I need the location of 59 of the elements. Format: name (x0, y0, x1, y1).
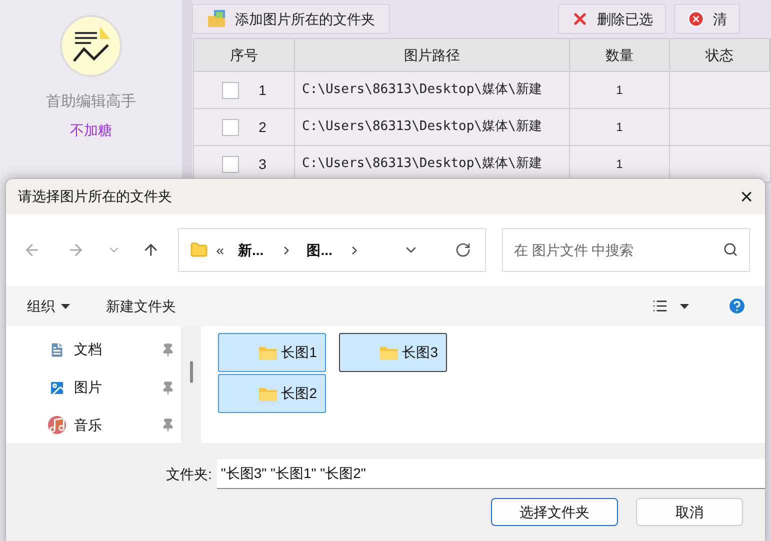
help-icon[interactable] (727, 296, 747, 316)
folder-item[interactable]: 长图3 (339, 333, 447, 372)
search-field[interactable]: 在 图片文件 中搜索 (502, 228, 750, 272)
new-folder-button[interactable]: 新建文件夹 (106, 296, 176, 316)
folder-icon (379, 344, 400, 360)
view-icon[interactable] (652, 298, 668, 314)
table-cell-text: C:\Users\86313\Desktop\媒体\新建 (302, 155, 542, 174)
pin-icon[interactable] (161, 380, 175, 394)
table-cell-text: 1 (616, 82, 623, 99)
table-cell-text: C:\Users\86313\Desktop\媒体\新建 (302, 118, 542, 136)
organize-button[interactable]: 组织 (27, 296, 70, 316)
cross-icon (571, 10, 589, 28)
row-checkbox[interactable] (222, 118, 239, 136)
toolbar-button[interactable]: 添加图片所在的文件夹 (192, 4, 390, 34)
folder-label: 文件夹: (166, 464, 212, 484)
brand-name: 首助编辑高手 (46, 92, 136, 112)
view-dropdown-icon[interactable] (680, 304, 689, 308)
table-cell-text: 1 (258, 80, 266, 100)
dialog-title: 请选择图片所在的文件夹 (18, 187, 172, 206)
search-icon (723, 242, 738, 257)
table-cell-text: 1 (616, 119, 623, 136)
toolbar-button[interactable]: 清 (674, 4, 740, 34)
table-cell-text: C:\Users\86313\Desktop\媒体\新建 (302, 81, 542, 100)
folder-icon (258, 386, 278, 402)
table-cell-text: 2 (258, 118, 266, 136)
row-checkbox[interactable] (222, 82, 239, 98)
chart-document-icon (60, 15, 122, 77)
brand-tagline: 不加糖 (70, 120, 112, 140)
folder-icon (258, 344, 278, 360)
column-header: 状态 (670, 39, 770, 71)
folder-icon (190, 241, 208, 259)
folder-picture-icon (207, 10, 227, 28)
refresh-icon[interactable] (454, 242, 471, 258)
breadcrumb-item[interactable]: 图... (306, 240, 332, 260)
music-icon (48, 416, 66, 434)
close-button[interactable]: × (740, 186, 753, 208)
row-checkbox[interactable] (222, 156, 239, 172)
dialog-button[interactable]: 选择文件夹 (491, 498, 618, 526)
column-header: 序号 (194, 39, 295, 71)
pin-icon[interactable] (161, 342, 175, 357)
nav-item[interactable]: 文档 (6, 332, 181, 368)
dialog-button[interactable]: 取消 (636, 498, 743, 526)
column-header: 数量 (570, 39, 670, 71)
folder-field[interactable]: "长图3" "长图1" "长图2" (216, 459, 765, 489)
nav-item[interactable]: 图片 (6, 370, 181, 406)
folder-item[interactable]: 长图1 (218, 333, 326, 372)
table-cell-text: 3 (258, 154, 266, 174)
column-header: 图片路径 (295, 39, 570, 71)
breadcrumb-overflow[interactable]: « (216, 240, 224, 260)
nav-item[interactable]: 音乐 (6, 407, 181, 444)
toolbar-button[interactable]: 删除已选 (558, 4, 666, 34)
pin-icon[interactable] (161, 418, 175, 432)
caret-icon (61, 304, 70, 308)
error-icon (687, 10, 705, 28)
breadcrumb-item[interactable]: 新... (238, 240, 264, 260)
folder-item[interactable]: 长图2 (218, 374, 326, 413)
scrollbar-thumb[interactable] (190, 361, 192, 383)
table-cell-text: 1 (616, 156, 623, 173)
address-bar[interactable]: « 新... 图... (178, 228, 486, 272)
